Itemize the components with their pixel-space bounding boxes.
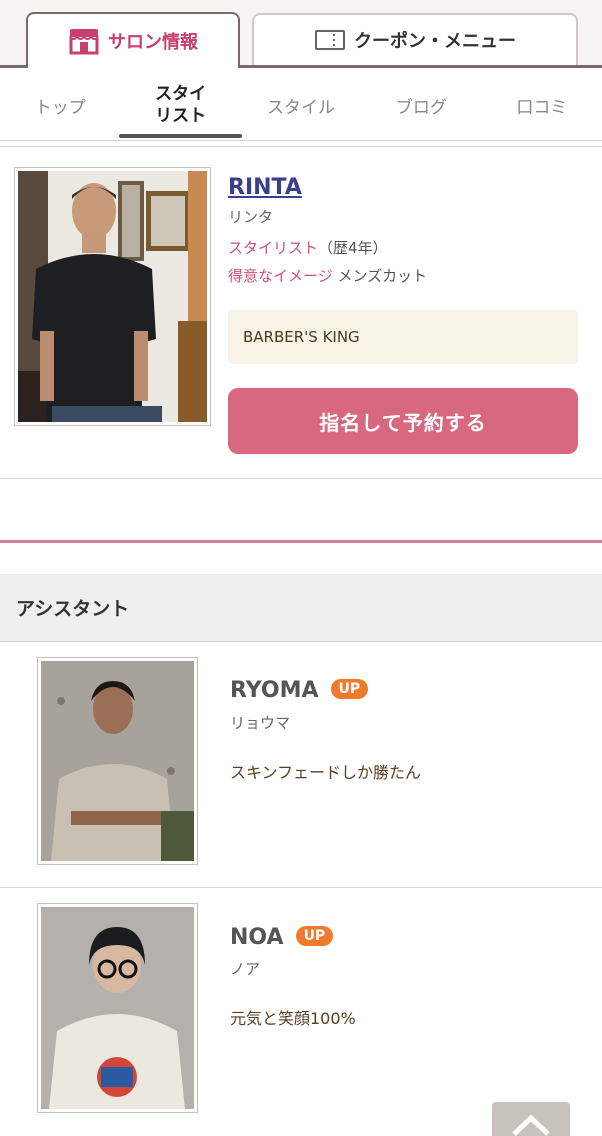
assistant-name: RYOMA UP: [230, 678, 369, 703]
subnav-reviews[interactable]: 口コミ: [482, 68, 602, 142]
tab-salon-info[interactable]: サロン情報: [26, 12, 240, 68]
assistant-comment: スキンフェードしか勝たん: [230, 763, 422, 782]
shop-icon: [68, 27, 100, 55]
stylist-photo[interactable]: [14, 167, 211, 426]
role-label: スタイリスト: [228, 239, 319, 257]
subnav-top[interactable]: トップ: [0, 68, 120, 142]
years-label: （歴4年）: [318, 239, 388, 257]
assistant-name-text: NOA: [230, 925, 284, 950]
assistant-photo[interactable]: [37, 903, 198, 1113]
reserve-button[interactable]: 指名して予約する: [228, 388, 578, 454]
tab-coupon-menu[interactable]: クーポン・メニュー: [252, 13, 578, 65]
assistant-photo[interactable]: [37, 657, 198, 865]
assistant-kana: リョウマ: [230, 714, 291, 732]
assistant-comment: 元気と笑顔100%: [230, 1009, 356, 1028]
assistant-photo-image: [41, 661, 194, 861]
active-indicator: [119, 134, 242, 138]
tab-salon-info-label: サロン情報: [108, 32, 198, 53]
subnav-stylist[interactable]: スタイ リスト: [119, 68, 242, 142]
subnav-style[interactable]: スタイル: [241, 68, 361, 142]
subnav-top-label: トップ: [34, 97, 86, 118]
up-badge: UP: [295, 926, 334, 946]
assistant-section-title: アシスタント: [0, 574, 602, 642]
assistant-name: NOA UP: [230, 925, 334, 950]
up-badge: UP: [330, 679, 369, 699]
divider: [0, 146, 602, 147]
stylist-image: 得意なイメージ メンズカット: [228, 265, 427, 286]
subnav-style-label: スタイル: [267, 97, 336, 118]
section-rule: [0, 540, 602, 543]
salon-name-box: BARBER'S KING: [228, 310, 578, 364]
coupon-icon: [314, 28, 346, 52]
page-top-button[interactable]: [492, 1102, 570, 1136]
stylist-role: スタイリスト（歴4年）: [228, 237, 388, 258]
divider: [0, 478, 602, 479]
assistant-name-text: RYOMA: [230, 678, 319, 703]
tab-coupon-menu-label: クーポン・メニュー: [354, 31, 516, 52]
stylist-kana: リンタ: [228, 208, 274, 226]
subnav-reviews-label: 口コミ: [516, 97, 568, 118]
chevron-up-icon: [492, 1114, 570, 1136]
image-label: 得意なイメージ: [228, 267, 333, 285]
salon-name: BARBER'S KING: [243, 328, 360, 346]
divider: [0, 887, 602, 888]
assistant-photo-image: [41, 907, 194, 1109]
stylist-photo-image: [18, 171, 207, 422]
image-value: メンズカット: [337, 267, 428, 285]
subnav-stylist-label: スタイ リスト: [155, 84, 207, 126]
stylist-name-link[interactable]: RINTA: [228, 175, 302, 200]
top-tab-bar: サロン情報 クーポン・メニュー: [0, 0, 602, 68]
sub-nav: トップ スタイ リスト スタイル ブログ 口コミ: [0, 68, 602, 142]
assistant-kana: ノア: [230, 960, 261, 978]
divider: [0, 140, 602, 141]
subnav-blog[interactable]: ブログ: [361, 68, 481, 142]
subnav-blog-label: ブログ: [395, 97, 447, 118]
